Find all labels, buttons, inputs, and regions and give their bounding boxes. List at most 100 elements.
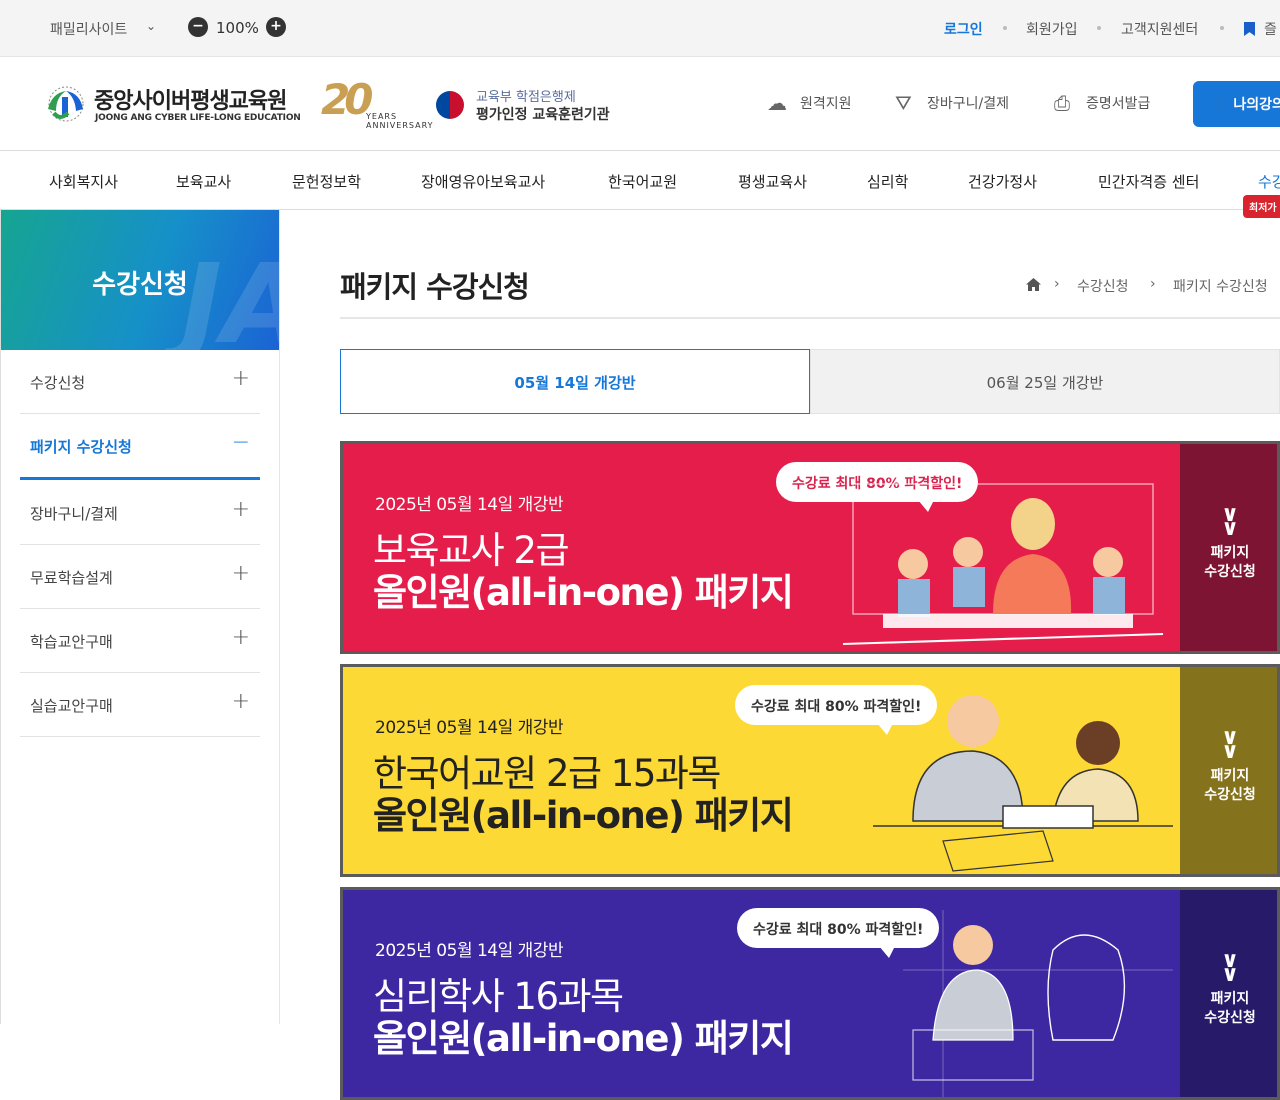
- plus-icon: +: [231, 497, 250, 522]
- anniversary-years: YEARS: [366, 112, 398, 121]
- anniversary-number: 20: [321, 75, 374, 124]
- user-icon: 👤: [1211, 97, 1229, 113]
- support-center-link[interactable]: 고객지원센터: [1121, 19, 1198, 39]
- bookmark-link[interactable]: 즐: [1264, 19, 1277, 39]
- bookmark-icon[interactable]: [1244, 22, 1255, 36]
- printer-icon: ⎙: [1054, 91, 1070, 115]
- cta-line1: 패키지: [1210, 768, 1250, 784]
- sidebar-item-enroll[interactable]: 수강신청 +: [20, 350, 260, 414]
- signup-link[interactable]: 회원가입: [1026, 19, 1078, 39]
- site-header: 중앙사이버평생교육원 JOONG ANG CYBER LIFE-LONG EDU…: [0, 57, 1280, 151]
- plus-icon: +: [231, 689, 250, 714]
- cta-line2: 수강신청: [1204, 564, 1256, 580]
- sidebar-item-package[interactable]: 패키지 수강신청 −: [20, 414, 260, 480]
- basket-icon: ⛛: [895, 91, 912, 115]
- logo-title[interactable]: 중앙사이버평생교육원: [94, 83, 287, 115]
- remote-support-label: 원격지원: [800, 96, 852, 112]
- tab-may-14[interactable]: 05월 14일 개강반: [340, 349, 810, 414]
- certificate-link[interactable]: ⎙ 증명서발급: [1054, 91, 1151, 115]
- logo-emblem-icon[interactable]: [42, 83, 88, 123]
- family-site-select[interactable]: 패밀리사이트 ⌄: [50, 19, 156, 39]
- sidebar-item-practice-material[interactable]: 실습교안구매 +: [20, 673, 260, 737]
- breadcrumb-item[interactable]: 패키지 수강신청: [1173, 276, 1268, 296]
- sidebar-item-free-plan[interactable]: 무료학습설계 +: [20, 545, 260, 609]
- sidebar-title: 수강신청: [92, 270, 188, 300]
- moe-emblem-icon: [436, 91, 464, 119]
- nav-item-private-cert[interactable]: 민간자격증 센터: [1098, 171, 1199, 192]
- my-lecture-label: 나의강의: [1233, 97, 1280, 113]
- sidebar-item-label: 학습교안구매: [30, 633, 113, 651]
- package-enroll-button[interactable]: ∨ ∨ 패키지수강신청: [1180, 667, 1277, 874]
- sidebar-item-cart[interactable]: 장바구니/결제 +: [20, 481, 260, 545]
- banner-title-line2: 올인원(all-in-one) 패키지: [373, 1017, 794, 1060]
- cart-label: 장바구니/결제: [927, 96, 1009, 112]
- minus-icon: −: [231, 430, 250, 455]
- lowest-price-badge: 최저가: [1243, 195, 1280, 218]
- package-banner-korean[interactable]: 2025년 05월 14일 개강반 한국어교원 2급 15과목 올인원(all-…: [340, 664, 1280, 877]
- breadcrumb-item[interactable]: 수강신청: [1077, 276, 1129, 296]
- chevron-down-icon: ⌄: [146, 19, 157, 33]
- anniversary-text: YEARS ANNIVERSARY: [366, 112, 434, 130]
- moe-line1: 교육부 학점은행제: [476, 90, 576, 105]
- logo-subtitle: JOONG ANG CYBER LIFE-LONG EDUCATION: [95, 113, 301, 123]
- counseling-illustration: [903, 910, 1173, 1097]
- top-utility-bar: 패밀리사이트 ⌄ − 100% + 로그인 회원가입 고객지원센터 즐: [0, 0, 1280, 57]
- separator-dot: [1003, 26, 1007, 30]
- remote-support-link[interactable]: ☁ 원격지원: [767, 91, 852, 115]
- separator-dot: [1097, 26, 1101, 30]
- plus-icon: +: [231, 625, 250, 650]
- package-banner-psychology[interactable]: 2025년 05월 14일 개강반 심리학사 16과목 올인원(all-in-o…: [340, 887, 1280, 1100]
- nav-item-disabled-childcare[interactable]: 장애영유아보육교사: [421, 171, 545, 192]
- package-banner-childcare[interactable]: 2025년 05월 14일 개강반 보육교사 2급 올인원(all-in-one…: [340, 441, 1280, 654]
- nav-item-korean-teacher[interactable]: 한국어교원: [608, 171, 677, 192]
- package-enroll-button[interactable]: ∨ ∨ 패키지수강신청: [1180, 444, 1277, 651]
- separator-dot: [1220, 26, 1224, 30]
- tutor-student-illustration: [873, 695, 1173, 872]
- nav-item-lifelong-educator[interactable]: 평생교육사: [738, 171, 807, 192]
- plus-icon: +: [231, 561, 250, 586]
- chevron-double-down-icon: ∨ ∨: [1221, 725, 1239, 764]
- home-icon[interactable]: [1026, 278, 1041, 291]
- title-divider: [340, 317, 1280, 319]
- zoom-out-button[interactable]: −: [188, 17, 208, 37]
- sidebar-item-study-material[interactable]: 학습교안구매 +: [20, 609, 260, 673]
- sidebar-item-label: 실습교안구매: [30, 697, 113, 715]
- nav-item-childcare-teacher[interactable]: 보육교사: [176, 171, 231, 192]
- zoom-in-button[interactable]: +: [266, 17, 286, 37]
- chevron-right-icon: ›: [1054, 276, 1060, 292]
- chevron-double-down-icon: ∨ ∨: [1221, 502, 1239, 541]
- sidebar-item-label: 패키지 수강신청: [30, 438, 132, 456]
- sidebar-item-label: 수강신청: [30, 374, 86, 392]
- plus-icon: +: [231, 366, 250, 391]
- sidebar-item-label: 무료학습설계: [30, 569, 113, 587]
- zoom-level: 100%: [216, 19, 259, 37]
- cta-line2: 수강신청: [1204, 787, 1256, 803]
- cta-line1: 패키지: [1210, 545, 1250, 561]
- nav-item-healthy-family[interactable]: 건강가정사: [968, 171, 1037, 192]
- nav-item-social-worker[interactable]: 사회복지사: [49, 171, 118, 192]
- nav-item-psychology[interactable]: 심리학: [867, 171, 908, 192]
- my-lecture-button[interactable]: 👤 나의강의: [1193, 81, 1280, 127]
- certificate-label: 증명서발급: [1086, 96, 1151, 112]
- sidebar-item-label: 장바구니/결제: [30, 505, 118, 523]
- banner-date: 2025년 05월 14일 개강반: [375, 941, 564, 961]
- main-navigation: 사회복지사 보육교사 문헌정보학 장애영유아보육교사 한국어교원 평생교육사 심…: [0, 151, 1280, 210]
- banner-title-line2: 올인원(all-in-one) 패키지: [373, 794, 794, 837]
- sidebar-border: [279, 210, 280, 1024]
- banner-title-line2: 올인원(all-in-one) 패키지: [373, 571, 794, 614]
- nav-item-library-science[interactable]: 문헌정보학: [292, 171, 361, 192]
- banner-date: 2025년 05월 14일 개강반: [375, 718, 564, 738]
- teacher-children-illustration: [843, 483, 1164, 645]
- login-link[interactable]: 로그인: [944, 19, 983, 39]
- cart-link[interactable]: ⛛ 장바구니/결제: [895, 91, 1009, 115]
- tab-june-25[interactable]: 06월 25일 개강반: [810, 349, 1280, 414]
- chevron-right-icon: ›: [1150, 276, 1156, 292]
- cta-line1: 패키지: [1210, 991, 1250, 1007]
- anniversary-word: ANNIVERSARY: [366, 121, 434, 130]
- family-site-label: 패밀리사이트: [50, 22, 128, 38]
- chevron-double-down-icon: ∨ ∨: [1221, 948, 1239, 987]
- page-title: 패키지 수강신청: [340, 270, 530, 304]
- banner-date: 2025년 05월 14일 개강반: [375, 495, 564, 515]
- package-enroll-button[interactable]: ∨ ∨ 패키지 수강신청: [1180, 890, 1277, 1097]
- nav-item-enroll[interactable]: 수강: [1258, 171, 1280, 192]
